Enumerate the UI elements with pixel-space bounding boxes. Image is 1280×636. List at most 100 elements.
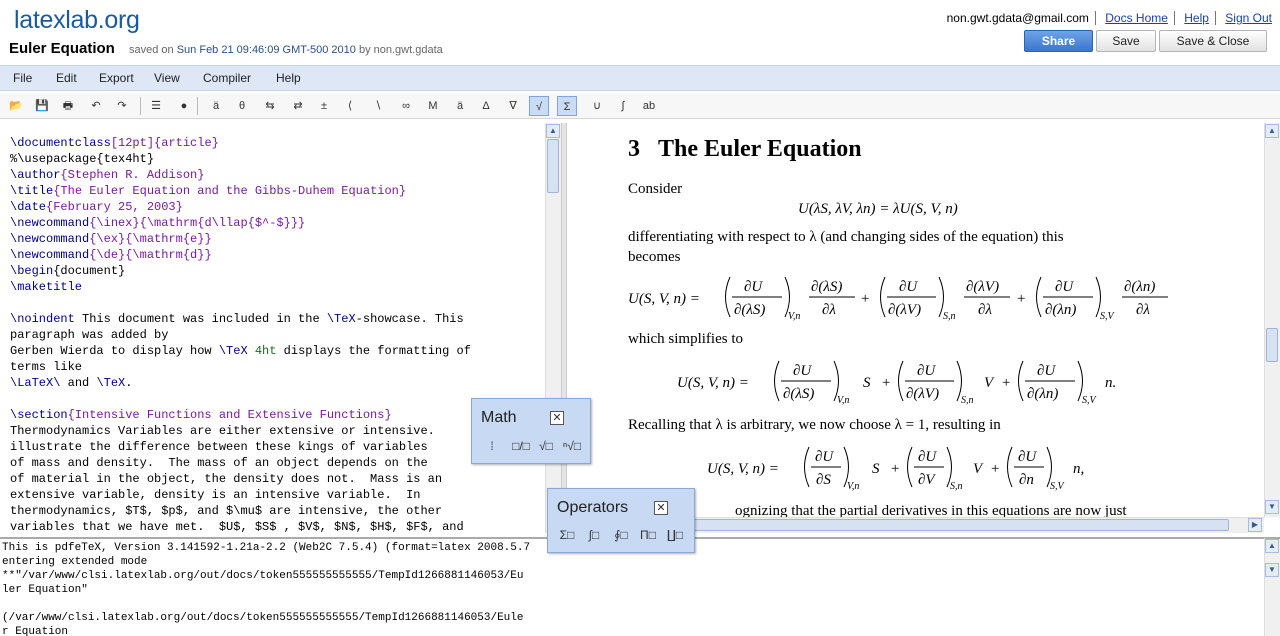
editor-line: of material in the object, the density d… — [10, 471, 442, 487]
scroll-right-icon[interactable]: ▶ — [1248, 518, 1262, 532]
code-token: \begin — [10, 264, 54, 278]
editor-scroll-thumb[interactable] — [547, 139, 559, 193]
accents-icon[interactable]: ä — [450, 96, 470, 116]
math-palette[interactable]: Math ✕ ⁞ □/□ √□ ⁿ√□ — [471, 398, 591, 464]
log-line: r Equation — [2, 626, 69, 636]
eq3-dU-2: ∂U — [917, 363, 936, 379]
delimiters-icon[interactable]: ⟨ — [340, 96, 360, 116]
sets-icon[interactable]: ∪ — [587, 96, 607, 116]
print-icon[interactable]: 🖶 — [58, 96, 78, 116]
sqrt-button[interactable]: √□ — [536, 437, 556, 455]
text-mode-icon[interactable]: M — [423, 96, 443, 116]
spellcheck-icon[interactable]: ab — [639, 96, 659, 116]
redo-icon[interactable]: ↷ — [112, 96, 132, 116]
eq2-lhs: U(S, V, n) = — [628, 291, 700, 307]
integral-button[interactable]: ∫□ — [584, 526, 604, 544]
editor-scrollbar[interactable]: ▲ — [545, 123, 561, 533]
editor-line: Gerben Wierda to display how \TeX 4ht di… — [10, 343, 471, 359]
misc-math-icon[interactable]: ∞ — [396, 96, 416, 116]
eq3-lhs: U(S, V, n) = — [677, 375, 749, 391]
editor-line: %\usepackage{tex4ht} — [10, 151, 154, 167]
share-button[interactable]: Share — [1024, 30, 1093, 52]
menu-edit[interactable]: Edit — [56, 71, 77, 85]
scroll-up-icon[interactable]: ▲ — [1265, 124, 1279, 138]
eq4-plus-2: + — [990, 461, 1000, 477]
nabla-icon[interactable]: ∇ — [503, 96, 523, 116]
menu-export[interactable]: Export — [99, 71, 134, 85]
sum-button[interactable]: Σ□ — [557, 526, 577, 544]
eq2-dln-num: ∂(λn) — [1124, 279, 1155, 295]
operators-palette-icon[interactable]: Σ — [557, 96, 577, 116]
docs-home-link[interactable]: Docs Home — [1099, 11, 1175, 25]
relations-icon[interactable]: ⇆ — [260, 96, 280, 116]
code-token: [12pt]{article} — [110, 136, 219, 150]
operators-palette-title: Operators — [557, 499, 629, 516]
close-icon[interactable]: ✕ — [654, 501, 668, 515]
misc-symbols-icon[interactable]: ∖ — [368, 96, 388, 116]
save-icon[interactable]: 💾 — [32, 96, 52, 116]
log-scrollbar[interactable]: ▲ ▼ — [1264, 537, 1280, 636]
document-title[interactable]: Euler Equation — [9, 40, 115, 57]
sign-out-link[interactable]: Sign Out — [1219, 11, 1272, 25]
product-button[interactable]: Π□ — [638, 526, 658, 544]
coproduct-button[interactable]: ∐□ — [665, 526, 685, 544]
menu-compiler[interactable]: Compiler — [203, 71, 251, 85]
eq4-sub-Vn: V,n — [847, 481, 859, 492]
menu-help[interactable]: Help — [276, 71, 301, 85]
help-link[interactable]: Help — [1178, 11, 1216, 25]
code-token: \maketitle — [10, 280, 83, 294]
latex-editor[interactable]: \documentclass[12pt]{article} %\usepackag… — [0, 123, 545, 533]
math-palette-button[interactable]: ⁞ — [482, 437, 502, 455]
code-token: \TeX — [96, 376, 126, 390]
code-token: illustrate the difference between these … — [10, 440, 428, 454]
menu-file[interactable]: File — [13, 71, 32, 85]
close-icon[interactable]: ✕ — [550, 411, 564, 425]
eq3-sub-SV: S,V — [1082, 395, 1098, 406]
nth-root-button[interactable]: ⁿ√□ — [562, 437, 582, 455]
arrows-icon[interactable]: ⇄ — [288, 96, 308, 116]
outline-icon[interactable]: ☰ — [146, 96, 166, 116]
contour-integral-button[interactable]: ∮□ — [611, 526, 631, 544]
code-token: {Intensive Functions and Extensive Funct… — [67, 408, 392, 422]
scroll-down-icon[interactable]: ▼ — [1265, 563, 1279, 577]
save-close-button[interactable]: Save & Close — [1159, 30, 1267, 52]
scroll-down-icon[interactable]: ▼ — [1265, 500, 1279, 514]
menu-bar: File Edit Export View Compiler Help — [0, 65, 1280, 91]
preview-scrollbar[interactable]: ▲ ▼ — [1264, 123, 1280, 517]
code-token: variables that we have met. $U$, $S$ , $… — [10, 520, 464, 533]
scroll-up-icon[interactable]: ▲ — [1265, 539, 1279, 553]
equation-3: U(S, V, n) = ∂U ∂(λS) V,n S + ∂U ∂(λV) S… — [677, 360, 1116, 406]
logic-icon[interactable]: ∫ — [613, 96, 633, 116]
editor-line: terms like — [10, 359, 82, 375]
equation-2: U(S, V, n) = ∂U ∂(λS) V,n ∂(λS) ∂λ + ∂U … — [628, 276, 1168, 322]
fraction-button[interactable]: □/□ — [508, 437, 534, 455]
code-token: {\inex}{\mathrm{d\llap{$^-$}}} — [89, 216, 306, 230]
code-token: This document was included in the — [74, 312, 327, 326]
large-symbols-icon[interactable]: Δ — [476, 96, 496, 116]
open-folder-icon[interactable]: 📂 — [6, 96, 26, 116]
equation-4: U(S, V, n) = ∂U ∂S V,n S + ∂U ∂V S,n V +… — [707, 446, 1084, 492]
section-heading: 3 The Euler Equation — [628, 136, 862, 163]
greek-icon[interactable]: θ — [232, 96, 252, 116]
code-token: Thermodynamics Variables are either exte… — [10, 424, 435, 438]
math-accent-icon[interactable]: ä — [206, 96, 226, 116]
eq4-sub-SV: S,V — [1050, 481, 1066, 492]
eq4-V: V — [973, 461, 984, 477]
math-palette-icon[interactable]: √ — [529, 96, 549, 116]
menu-view[interactable]: View — [154, 71, 180, 85]
eq4-S: S — [872, 461, 880, 477]
operators-palette[interactable]: Operators ✕ Σ□ ∫□ ∮□ Π□ ∐□ — [547, 488, 695, 553]
record-icon[interactable]: ● — [174, 96, 194, 116]
save-button[interactable]: Save — [1096, 30, 1156, 52]
editor-line: \newcommand{\ex}{\mathrm{e}} — [10, 231, 212, 247]
editor-line: \maketitle — [10, 279, 82, 295]
editor-line: Thermodynamics Variables are either exte… — [10, 423, 435, 439]
text-cutoff: ognizing that the partial derivatives in… — [735, 503, 1127, 517]
app-logo[interactable]: latexlab.org — [14, 6, 140, 35]
code-token: extensive variable, density is an intens… — [10, 488, 421, 502]
binary-operators-icon[interactable]: ± — [314, 96, 334, 116]
undo-icon[interactable]: ↶ — [86, 96, 106, 116]
preview-scroll-thumb[interactable] — [1266, 328, 1278, 362]
code-token: \TeX — [326, 312, 356, 326]
scroll-up-icon[interactable]: ▲ — [546, 124, 560, 138]
